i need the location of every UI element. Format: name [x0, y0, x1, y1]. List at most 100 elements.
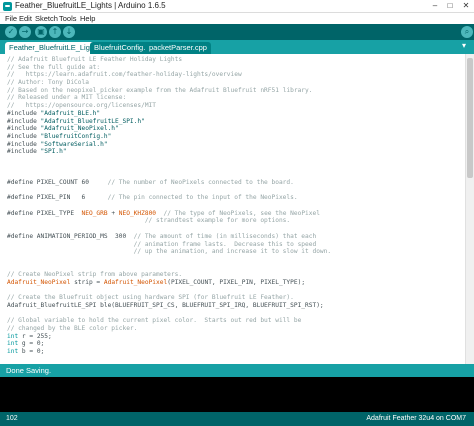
code-token: NEO_GRB: [81, 209, 108, 217]
code-line[interactable]: // Create NeoPixel strip from above para…: [7, 271, 462, 279]
tab-bluefruitconfig[interactable]: BluefruitConfig.h: [90, 42, 154, 54]
code-line[interactable]: int r = 255;: [7, 333, 462, 341]
serial-monitor-button[interactable]: ⌕: [461, 26, 473, 38]
tab-bar: Feather_BluefruitLE_Lights BluefruitConf…: [0, 40, 474, 54]
status-message: Done Saving.: [6, 366, 52, 375]
open-button[interactable]: ↑: [49, 26, 61, 38]
code-line[interactable]: [7, 287, 462, 295]
code-token: // Create NeoPixel strip from above para…: [7, 271, 183, 279]
code-line[interactable]: [7, 164, 462, 172]
code-token: "SPI.h": [40, 148, 67, 156]
code-token: +: [107, 209, 119, 217]
menu-edit[interactable]: Edit: [19, 14, 32, 23]
code-token: int: [7, 348, 19, 356]
code-line[interactable]: #define PIXEL_TYPE NEO_GRB + NEO_KHZ800 …: [7, 210, 462, 218]
close-button[interactable]: ✕: [458, 0, 474, 12]
new-button[interactable]: ▣: [35, 26, 47, 38]
code-token: // The type of NeoPixels, see the NeoPix…: [156, 209, 320, 217]
code-line[interactable]: // changed by the BLE color picker.: [7, 325, 462, 333]
code-line[interactable]: [7, 225, 462, 233]
board-port-info: Adafruit Feather 32u4 on COM7: [366, 415, 466, 422]
code-token: Adafruit_BluefruitLE_SPI ble(BLUEFRUIT_S…: [7, 302, 324, 309]
code-line[interactable]: [7, 171, 462, 179]
code-line[interactable]: Adafruit_BluefruitLE_SPI ble(BLUEFRUIT_S…: [7, 302, 462, 310]
code-line[interactable]: #define PIXEL_COUNT 60 // The number of …: [7, 179, 462, 187]
code-line[interactable]: #include "Adafruit_NeoPixel.h": [7, 125, 462, 133]
code-token: b = 0;: [18, 348, 45, 356]
code-token: // strandtest example for more options.: [7, 217, 291, 225]
menu-sketch[interactable]: Sketch: [35, 14, 58, 23]
code-line[interactable]: // Global variable to hold the current p…: [7, 317, 462, 325]
code-line[interactable]: #include "SoftwareSerial.h": [7, 141, 462, 149]
code-line[interactable]: #include "BluefruitConfig.h": [7, 133, 462, 141]
code-token: // See the full guide at:: [7, 63, 101, 71]
verify-button[interactable]: ✓: [5, 26, 17, 38]
code-token: // Adafruit Bluefruit LE Feather Holiday…: [7, 56, 183, 63]
code-token: // The number of NeoPixels connected to …: [107, 179, 294, 186]
code-line[interactable]: int b = 0;: [7, 348, 462, 356]
code-line[interactable]: // Author: Tony DiCola: [7, 79, 462, 87]
code-line[interactable]: [7, 156, 462, 164]
code-line[interactable]: // animation frame lasts. Decrease this …: [7, 241, 462, 249]
code-line[interactable]: #include "SPI.h": [7, 148, 462, 156]
code-token: g = 0;: [18, 340, 45, 348]
code-token: // animation frame lasts. Decrease this …: [7, 240, 317, 248]
code-token: #define ANIMATION_PERIOD_MS 300: [7, 232, 134, 240]
maximize-button[interactable]: □: [442, 0, 458, 12]
menu-help[interactable]: Help: [80, 14, 95, 23]
code-line[interactable]: [7, 310, 462, 318]
code-line[interactable]: // up the animation, and increase it to …: [7, 248, 462, 256]
code-line[interactable]: // See the full guide at:: [7, 64, 462, 72]
tab-packetparser[interactable]: packetParser.cpp: [145, 42, 211, 54]
code-token: #define PIXEL_TYPE: [7, 209, 82, 217]
code-token: #include: [7, 148, 41, 156]
code-line[interactable]: // strandtest example for more options.: [7, 217, 462, 225]
code-editor[interactable]: // Adafruit Bluefruit LE Feather Holiday…: [0, 54, 474, 364]
code-line[interactable]: // Create the Bluefruit object using har…: [7, 294, 462, 302]
arduino-logo-icon: [3, 2, 12, 11]
menu-tools[interactable]: Tools: [59, 14, 77, 23]
code-token: // Global variable to hold the current p…: [7, 317, 302, 325]
code-token: // Create the Bluefruit object using har…: [7, 294, 294, 302]
code-line[interactable]: #define ANIMATION_PERIOD_MS 300 // The a…: [7, 233, 462, 241]
code-line[interactable]: [7, 264, 462, 272]
code-token: // Released under a MIT license:: [7, 94, 127, 102]
code-line[interactable]: [7, 256, 462, 264]
save-button[interactable]: ↓: [63, 26, 75, 38]
code-line[interactable]: // Released under a MIT license:: [7, 94, 462, 102]
code-token: "Adafruit_BLE.h": [40, 109, 101, 117]
code-token: // https://opensource.org/licenses/MIT: [7, 102, 157, 110]
code-line[interactable]: #include "Adafruit_BluefruitLE_SPI.h": [7, 118, 462, 126]
code-token: "BluefruitConfig.h": [40, 132, 112, 140]
code-line[interactable]: #define PIXEL_PIN 6 // The pin connected…: [7, 194, 462, 202]
console-output[interactable]: [0, 377, 474, 412]
scrollbar-thumb[interactable]: [467, 58, 473, 178]
code-line[interactable]: // https://opensource.org/licenses/MIT: [7, 102, 462, 110]
tab-menu-icon[interactable]: ▾: [462, 41, 466, 50]
window-title: Feather_BluefruitLE_Lights | Arduino 1.6…: [15, 1, 166, 10]
menu-file[interactable]: File: [5, 14, 17, 23]
code-line[interactable]: [7, 187, 462, 195]
code-line[interactable]: // Adafruit Bluefruit LE Feather Holiday…: [7, 56, 462, 64]
status-bar: Done Saving.: [0, 364, 474, 377]
code-line[interactable]: int g = 0;: [7, 340, 462, 348]
code-token: "Adafruit_BluefruitLE_SPI.h": [40, 117, 145, 125]
code-token: r = 255;: [18, 332, 52, 340]
code-token: #include: [7, 132, 41, 140]
code-token: // changed by the BLE color picker.: [7, 325, 138, 333]
code-line[interactable]: // Based on the neopixel_picker example …: [7, 87, 462, 95]
code-line[interactable]: #include "Adafruit_BLE.h": [7, 110, 462, 118]
code-line[interactable]: Adafruit_NeoPixel strip = Adafruit_NeoPi…: [7, 279, 462, 287]
bottom-status-bar: 102 Adafruit Feather 32u4 on COM7: [0, 412, 474, 426]
code-token: #define PIXEL_COUNT 60: [7, 179, 108, 186]
upload-button[interactable]: →: [19, 26, 31, 38]
code-token: // The amount of time (in milliseconds) …: [133, 232, 317, 240]
code-token: #include: [7, 125, 41, 133]
vertical-scrollbar[interactable]: [465, 54, 474, 364]
code-text[interactable]: // Adafruit Bluefruit LE Feather Holiday…: [7, 56, 462, 356]
minimize-button[interactable]: –: [427, 0, 443, 12]
code-token: int: [7, 332, 19, 340]
code-line[interactable]: [7, 202, 462, 210]
code-line[interactable]: // https://learn.adafruit.com/feather-ho…: [7, 71, 462, 79]
line-number: 102: [6, 415, 18, 422]
